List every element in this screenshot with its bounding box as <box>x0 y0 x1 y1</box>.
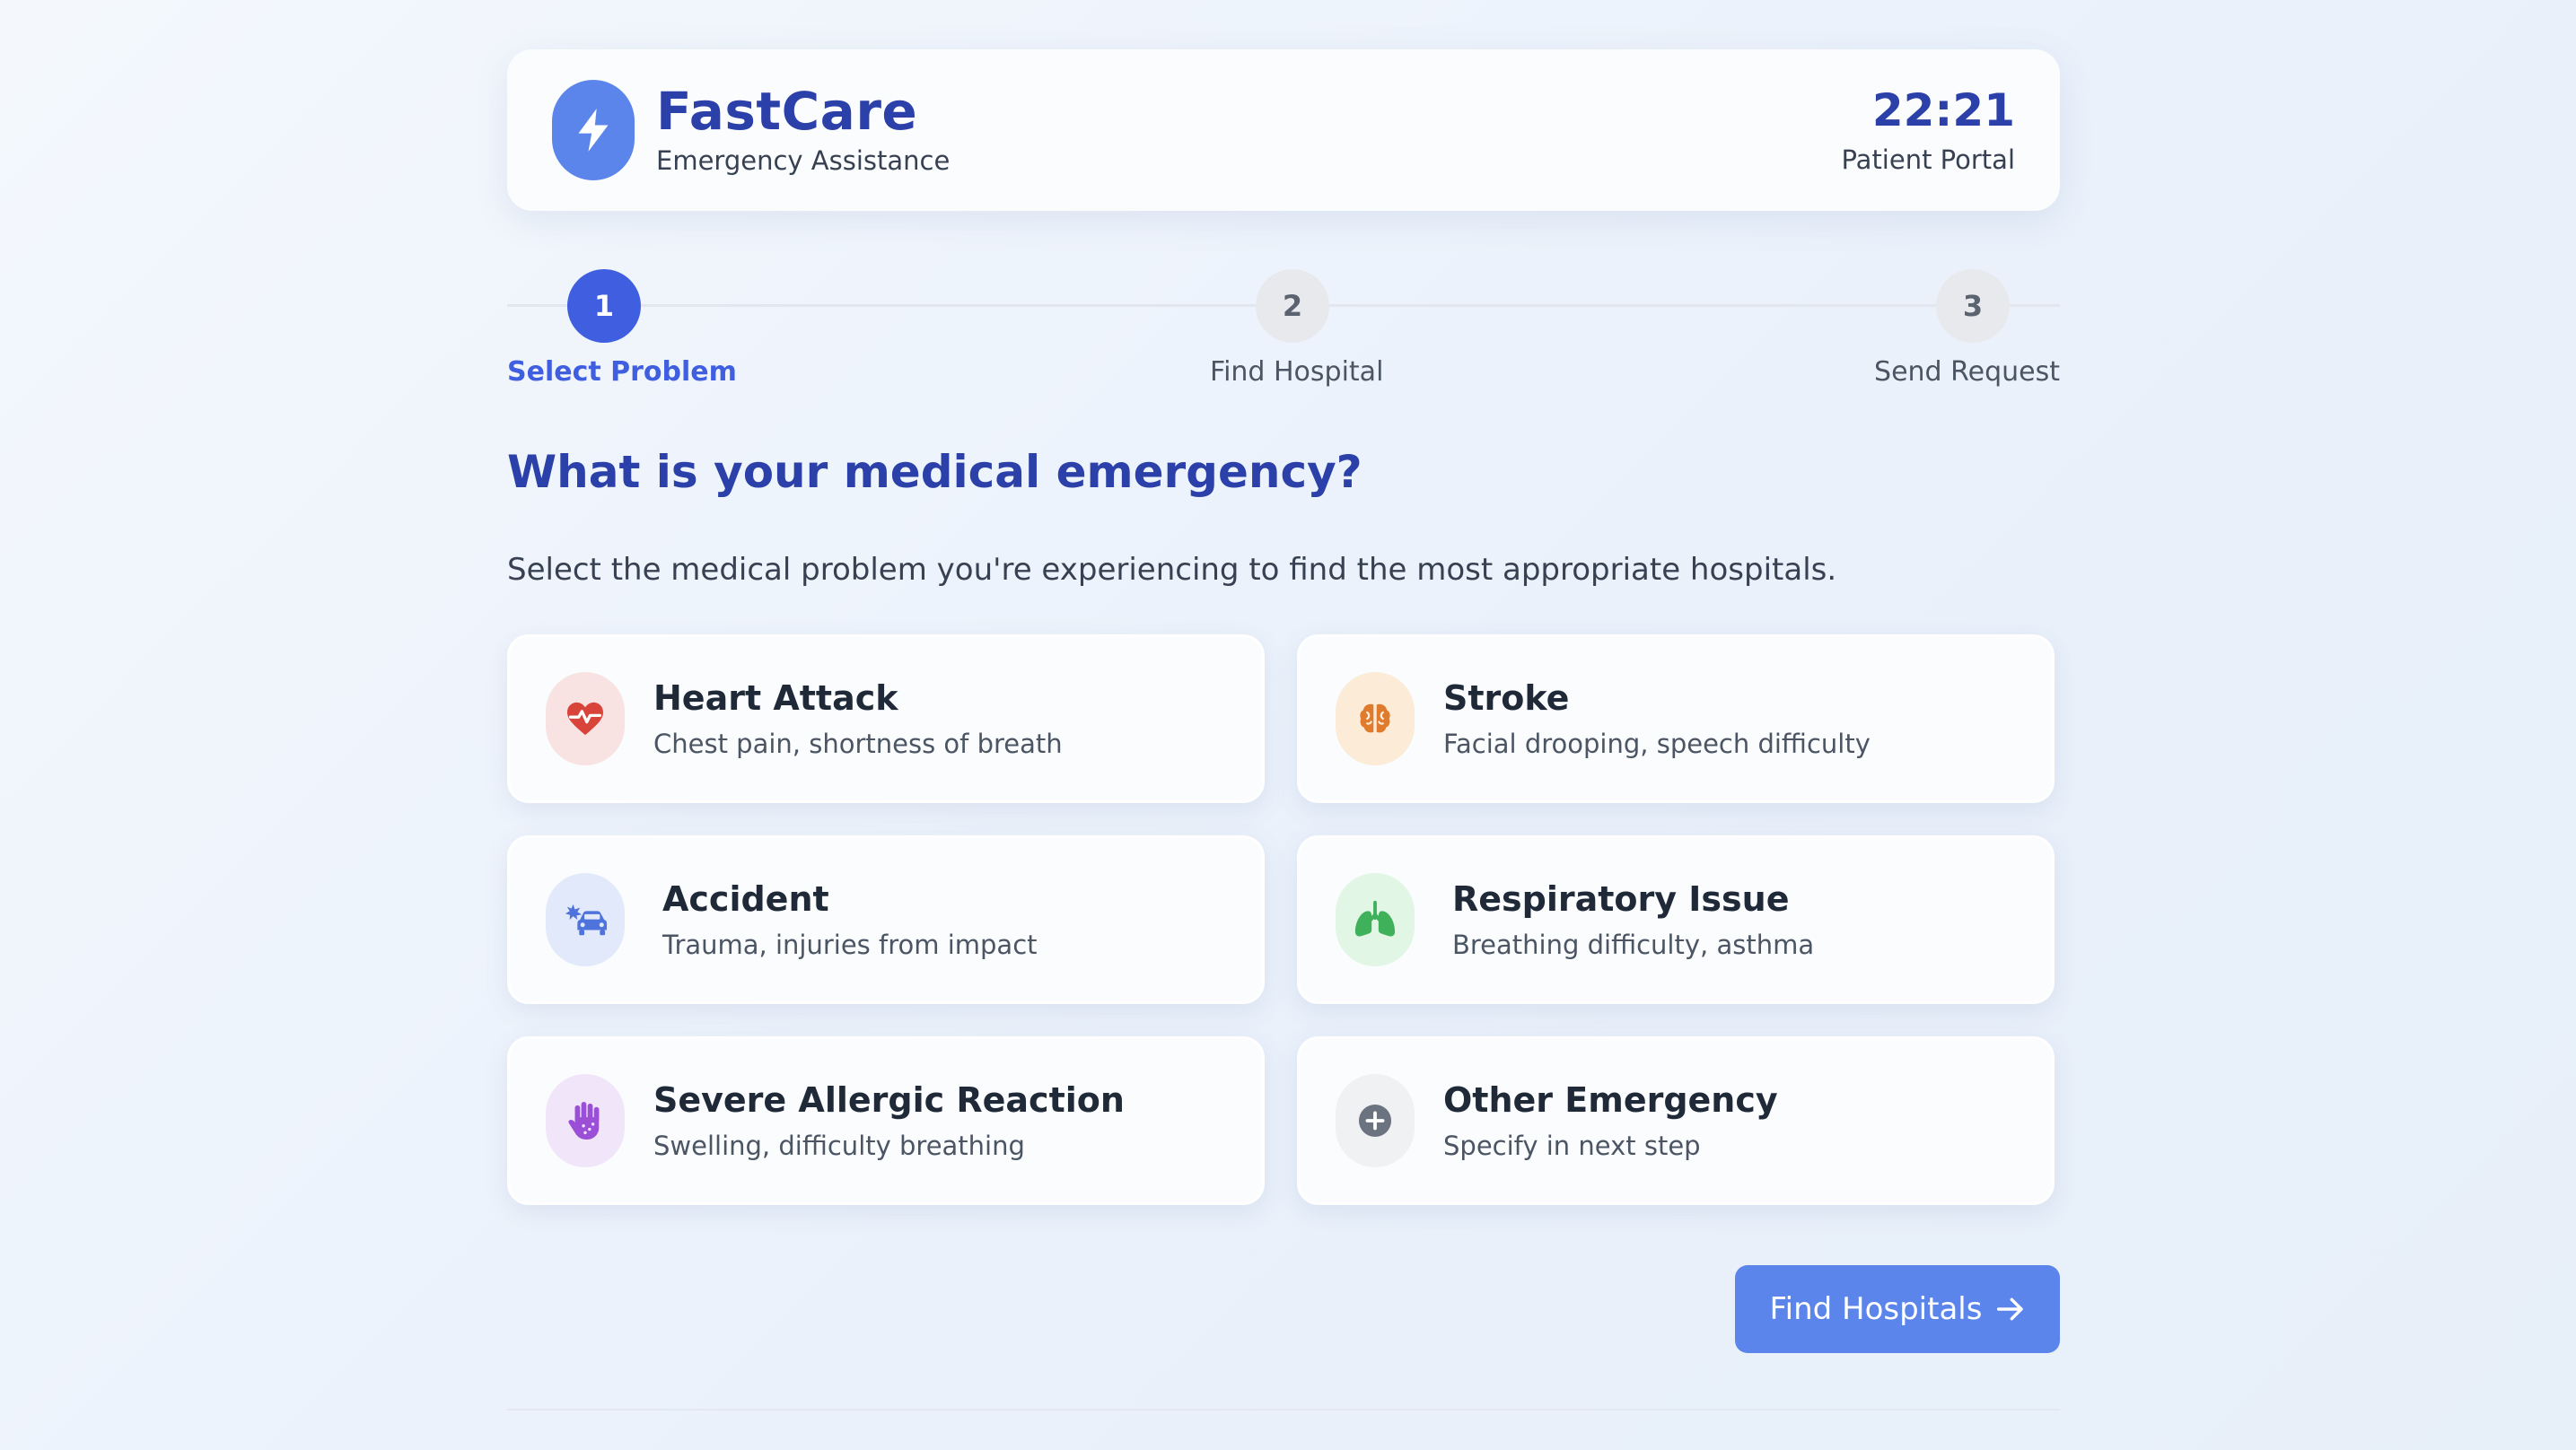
card-description: Facial drooping, speech difficulty <box>1443 729 1871 759</box>
card-title: Stroke <box>1443 678 1570 718</box>
step-1-indicator: 1 <box>567 269 641 343</box>
brand-subtitle: Emergency Assistance <box>656 145 951 177</box>
page-subtitle: Select the medical problem you're experi… <box>507 552 1837 588</box>
portal-label: Patient Portal <box>1841 144 2015 175</box>
lightning-bolt-icon <box>578 109 609 152</box>
car-crash-icon-badge <box>546 873 625 966</box>
lungs-icon <box>1354 900 1396 937</box>
step-2-label: Find Hospital <box>1210 356 1384 388</box>
card-description: Swelling, difficulty breathing <box>653 1131 1025 1161</box>
card-description: Specify in next step <box>1443 1131 1701 1161</box>
brain-icon-badge <box>1336 672 1415 765</box>
card-text: Heart Attack Chest pain, shortness of br… <box>653 678 1063 759</box>
find-hospitals-label: Find Hospitals <box>1769 1291 1983 1327</box>
step-3-label: Send Request <box>1874 356 2060 388</box>
problem-card-stroke[interactable]: Stroke Facial drooping, speech difficult… <box>1297 634 2055 803</box>
card-text: Stroke Facial drooping, speech difficult… <box>1443 678 1871 759</box>
brand: FastCare Emergency Assistance <box>552 80 950 180</box>
card-description: Chest pain, shortness of breath <box>653 729 1063 759</box>
card-text: Severe Allergic Reaction Swelling, diffi… <box>653 1080 1125 1161</box>
plus-circle-icon <box>1358 1104 1392 1138</box>
step-2-indicator: 2 <box>1256 269 1329 343</box>
allergy-hand-icon-badge <box>546 1074 625 1167</box>
problem-card-other[interactable]: Other Emergency Specify in next step <box>1297 1036 2055 1205</box>
card-title: Respiratory Issue <box>1452 879 1790 919</box>
card-text: Other Emergency Specify in next step <box>1443 1080 1778 1161</box>
logo <box>552 80 635 180</box>
problem-card-heart-attack[interactable]: Heart Attack Chest pain, shortness of br… <box>507 634 1265 803</box>
arrow-right-icon <box>1997 1297 2024 1321</box>
find-hospitals-button[interactable]: Find Hospitals <box>1735 1265 2060 1353</box>
card-title: Severe Allergic Reaction <box>653 1080 1125 1120</box>
footer-divider <box>507 1409 2060 1411</box>
heart-pulse-icon <box>567 702 603 736</box>
allergy-hand-icon <box>568 1102 600 1140</box>
app-header: FastCare Emergency Assistance 22:21 Pati… <box>507 49 2060 211</box>
brand-text: FastCare Emergency Assistance <box>656 80 951 177</box>
page-container: FastCare Emergency Assistance 22:21 Pati… <box>507 49 2060 1411</box>
brand-name: FastCare <box>656 80 918 142</box>
header-info: 22:21 Patient Portal <box>1841 83 2015 175</box>
card-title: Heart Attack <box>653 678 898 718</box>
card-description: Trauma, injuries from impact <box>662 930 1038 960</box>
step-1-label: Select Problem <box>507 356 737 388</box>
brain-icon <box>1360 703 1390 733</box>
problem-card-respiratory[interactable]: Respiratory Issue Breathing difficulty, … <box>1297 835 2055 1004</box>
problem-card-allergic-reaction[interactable]: Severe Allergic Reaction Swelling, diffi… <box>507 1036 1265 1205</box>
card-title: Other Emergency <box>1443 1080 1778 1120</box>
page-title: What is your medical emergency? <box>507 446 1362 498</box>
clock-time: 22:21 <box>1871 83 2015 136</box>
problem-card-accident[interactable]: Accident Trauma, injuries from impact <box>507 835 1265 1004</box>
card-description: Breathing difficulty, asthma <box>1452 930 1815 960</box>
heart-icon-badge <box>546 672 625 765</box>
car-crash-icon <box>565 904 608 936</box>
card-title: Accident <box>662 879 829 919</box>
lungs-icon-badge <box>1336 873 1415 966</box>
card-text: Respiratory Issue Breathing difficulty, … <box>1452 879 1814 960</box>
step-3-indicator: 3 <box>1936 269 2010 343</box>
plus-circle-icon-badge <box>1336 1074 1415 1167</box>
card-text: Accident Trauma, injuries from impact <box>662 879 1038 960</box>
